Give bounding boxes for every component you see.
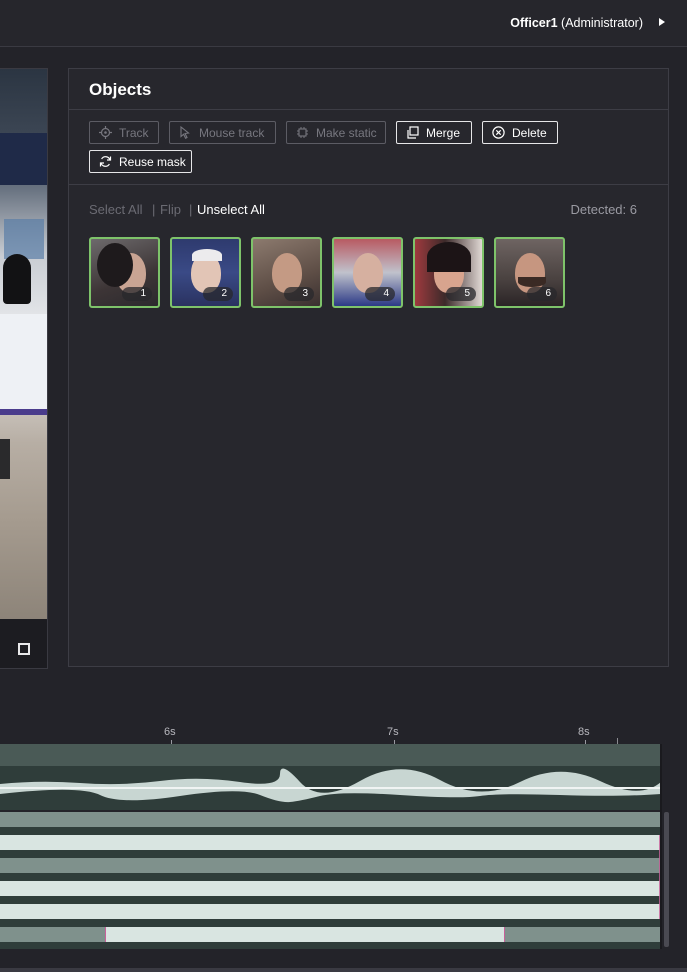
fullscreen-icon[interactable] <box>18 643 30 655</box>
object-thumbnail[interactable]: 1 <box>89 237 160 308</box>
timeline-scrollbar[interactable] <box>664 812 669 947</box>
object-track-row[interactable] <box>0 835 661 850</box>
make-static-label: Make static <box>316 125 377 140</box>
select-all-link[interactable]: Select All <box>89 202 142 217</box>
beard-image <box>518 277 546 287</box>
hair-image <box>192 249 222 261</box>
circle-x-icon <box>492 126 505 139</box>
video-person-region <box>3 254 31 304</box>
object-thumbnail[interactable]: 2 <box>170 237 241 308</box>
separator: | <box>152 202 156 217</box>
track-gap <box>0 827 661 835</box>
object-thumbnail[interactable]: 5 <box>413 237 484 308</box>
delete-button[interactable]: Delete <box>482 121 558 144</box>
refresh-icon <box>99 155 112 168</box>
track-label: Track <box>119 125 149 140</box>
mouse-track-button[interactable]: Mouse track <box>169 121 276 144</box>
unselect-all-link[interactable]: Unselect All <box>197 202 265 217</box>
waveform-top-band <box>0 744 661 766</box>
track-gap <box>0 896 661 904</box>
track-gap <box>0 850 661 858</box>
detected-count: Detected: 6 <box>570 202 638 217</box>
tick-label: 6s <box>164 726 176 738</box>
panel-title: Objects <box>89 80 152 99</box>
object-track-row[interactable] <box>0 858 661 873</box>
audio-waveform <box>0 768 661 803</box>
object-track-row[interactable] <box>0 904 661 919</box>
chip-icon <box>296 126 309 139</box>
track-gap <box>0 942 661 949</box>
divider <box>69 184 668 185</box>
divider <box>69 109 668 110</box>
thumbnail-number: 2 <box>203 287 233 301</box>
video-sign-region <box>0 133 47 185</box>
tick-label: 7s <box>387 726 399 738</box>
object-thumbnail[interactable]: 3 <box>251 237 322 308</box>
video-frame[interactable] <box>0 69 47 619</box>
bottom-border <box>0 968 687 972</box>
object-thumbnail[interactable]: 6 <box>494 237 565 308</box>
delete-label: Delete <box>512 125 547 140</box>
objects-panel: Objects Track Mouse track Make static Me… <box>68 68 669 667</box>
user-name: Officer1 <box>510 16 558 30</box>
object-track-row[interactable] <box>0 881 661 896</box>
thumbnail-number: 5 <box>446 287 476 301</box>
video-booth-region <box>0 314 47 415</box>
video-poster-region <box>4 219 44 259</box>
merge-label: Merge <box>426 125 461 140</box>
separator: | <box>189 202 193 217</box>
object-track-row[interactable] <box>0 812 661 827</box>
user-menu[interactable]: Officer1 (Administrator) <box>510 16 643 30</box>
triangle-right-icon[interactable] <box>659 18 665 26</box>
thumbnail-number: 1 <box>122 287 152 301</box>
reuse-mask-label: Reuse mask <box>119 154 186 169</box>
top-bar: Officer1 (Administrator) <box>0 0 687 47</box>
video-shadow-region <box>0 439 10 479</box>
thumbnail-number: 6 <box>527 287 557 301</box>
reuse-mask-button[interactable]: Reuse mask <box>89 150 192 173</box>
track-gap <box>0 919 661 927</box>
copy-icon <box>406 126 419 139</box>
crosshair-icon <box>99 126 112 139</box>
mouse-track-label: Mouse track <box>199 125 265 140</box>
tick-label: 8s <box>578 726 590 738</box>
track-button[interactable]: Track <box>89 121 159 144</box>
thumbnail-number: 3 <box>284 287 314 301</box>
merge-button[interactable]: Merge <box>396 121 472 144</box>
video-preview-panel <box>0 68 48 669</box>
user-role: (Administrator) <box>561 16 643 30</box>
make-static-button[interactable]: Make static <box>286 121 386 144</box>
hair-image <box>427 242 471 272</box>
timeline-end-line <box>660 744 662 949</box>
track-segment[interactable] <box>105 927 505 942</box>
object-thumbnail[interactable]: 4 <box>332 237 403 308</box>
cursor-icon <box>179 126 192 139</box>
flip-link[interactable]: Flip <box>160 202 181 217</box>
track-gap <box>0 873 661 881</box>
hair-image <box>97 243 133 287</box>
thumbnail-number: 4 <box>365 287 395 301</box>
